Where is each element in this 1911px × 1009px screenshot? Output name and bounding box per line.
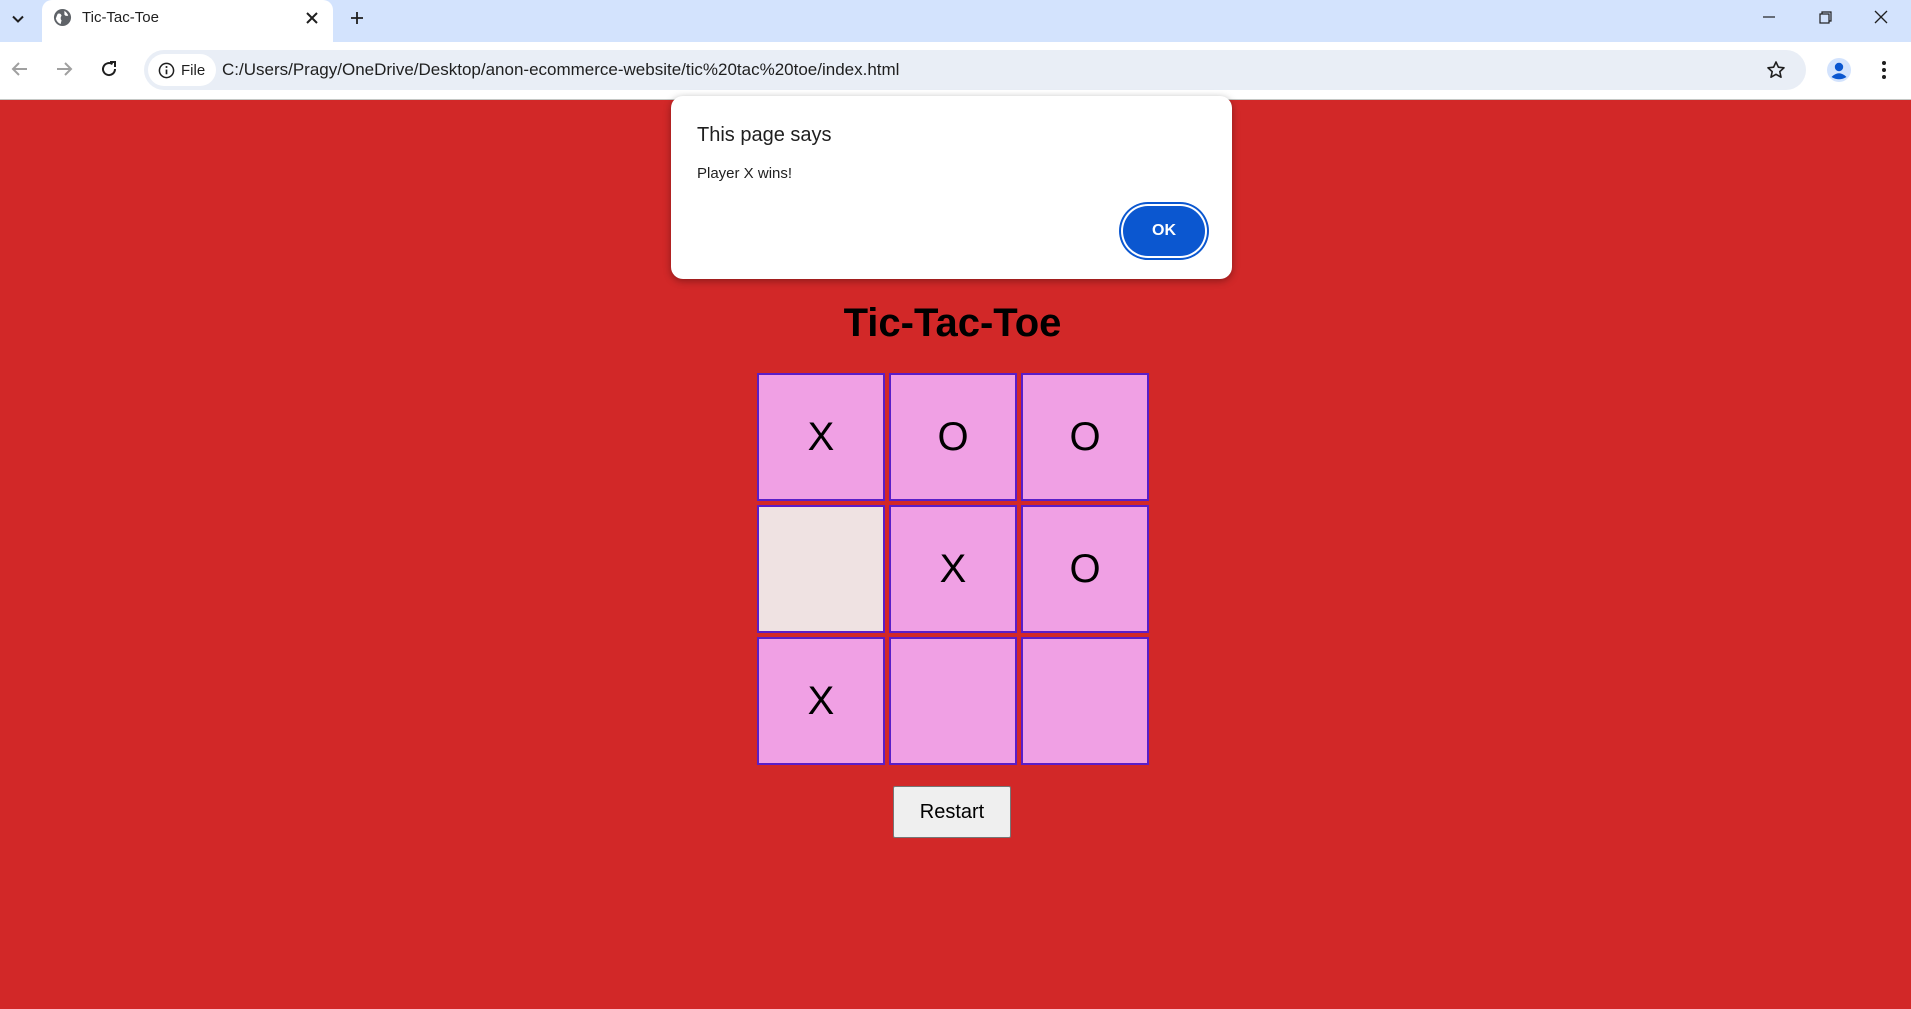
more-vert-icon <box>1882 61 1886 79</box>
tab-strip: Tic-Tac-Toe <box>0 0 1911 42</box>
plus-icon <box>351 12 363 24</box>
page-title: Tic-Tac-Toe <box>843 301 1062 345</box>
reload-icon <box>102 61 117 77</box>
reload-button[interactable] <box>92 52 126 86</box>
close-icon <box>306 12 318 24</box>
tab-search-button[interactable] <box>4 5 32 33</box>
tab-title: Tic-Tac-Toe <box>82 9 159 26</box>
alert-dialog: This page says Player X wins! OK <box>671 96 1232 279</box>
new-tab-button[interactable] <box>343 4 371 32</box>
board-cell[interactable] <box>757 505 885 633</box>
board-cell[interactable]: O <box>1021 505 1149 633</box>
star-icon <box>1767 61 1785 78</box>
url-text[interactable]: C:/Users/Pragy/OneDrive/Desktop/anon-eco… <box>222 60 899 80</box>
board-cell[interactable] <box>889 637 1017 765</box>
globe-icon <box>53 8 72 27</box>
address-bar[interactable]: File C:/Users/Pragy/OneDrive/Desktop/ano… <box>144 50 1806 90</box>
info-icon <box>158 62 175 78</box>
board-cell[interactable]: X <box>757 637 885 765</box>
game-board: X O O X O X <box>757 373 1149 765</box>
menu-button[interactable] <box>1870 54 1898 86</box>
arrow-left-icon <box>11 62 27 76</box>
avatar-icon <box>1827 58 1851 82</box>
close-icon <box>1874 10 1888 24</box>
profile-button[interactable] <box>1823 54 1855 86</box>
site-info-chip[interactable]: File <box>148 54 216 86</box>
bookmark-button[interactable] <box>1762 56 1790 84</box>
board-cell[interactable]: O <box>889 373 1017 501</box>
board-cell[interactable]: X <box>757 373 885 501</box>
site-info-label: File <box>181 61 206 79</box>
dialog-title: This page says <box>697 124 832 146</box>
window-close-button[interactable] <box>1853 0 1909 34</box>
arrow-right-icon <box>57 62 73 76</box>
minimize-icon <box>1763 16 1775 18</box>
back-button[interactable] <box>3 52 37 86</box>
restore-icon <box>1818 10 1832 24</box>
board-cell[interactable] <box>1021 637 1149 765</box>
browser-tab[interactable]: Tic-Tac-Toe <box>42 0 333 42</box>
board-cell[interactable]: X <box>889 505 1017 633</box>
restore-button[interactable] <box>1797 0 1853 34</box>
minimize-button[interactable] <box>1741 0 1797 34</box>
restart-button[interactable]: Restart <box>893 786 1011 838</box>
board-cell[interactable]: O <box>1021 373 1149 501</box>
tab-close-button[interactable] <box>300 6 324 30</box>
dialog-message: Player X wins! <box>697 165 793 182</box>
browser-toolbar: File C:/Users/Pragy/OneDrive/Desktop/ano… <box>0 42 1911 100</box>
forward-button[interactable] <box>47 52 81 86</box>
ok-button[interactable]: OK <box>1123 206 1205 256</box>
chevron-down-icon <box>12 15 24 23</box>
